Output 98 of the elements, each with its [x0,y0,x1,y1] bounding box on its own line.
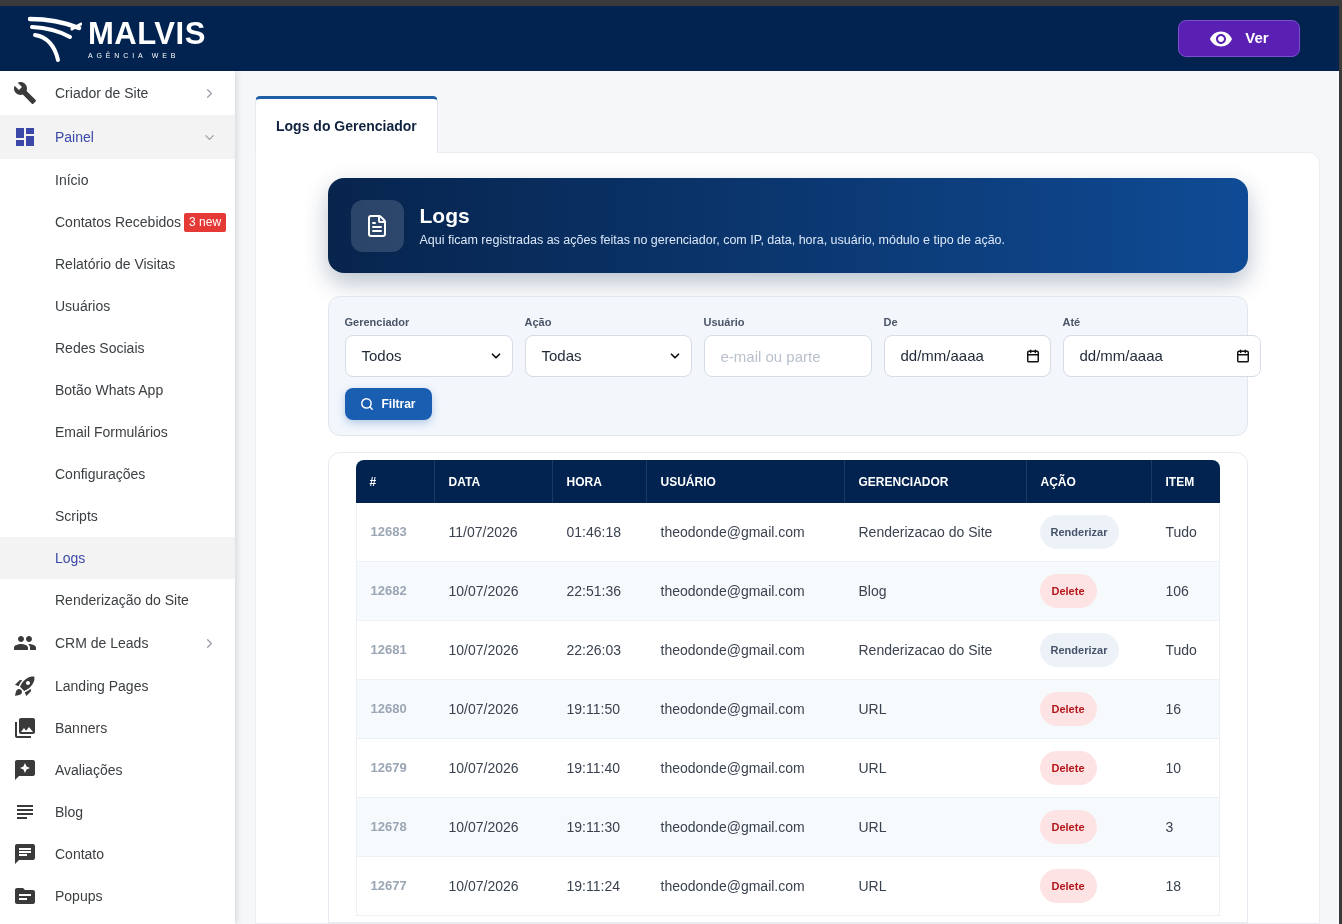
table-cell-text: 12682 [369,582,408,601]
table-cell-text: 11/07/2026 [447,522,519,542]
table-cell-text: Tudo [1164,522,1198,542]
table-cell-text: URL [857,699,888,719]
table-cell-text: URL [857,876,888,896]
sidebar-item[interactable]: Banners [0,707,235,749]
table-cell-text: 10/07/2026 [447,758,520,778]
table-cell-text: 10/07/2026 [447,699,520,719]
table-cell-text: 10/07/2026 [447,876,520,896]
banner-description: Aqui ficam registradas as ações feitas no gerenciador, com IP, data, hora, usuário, módulo e tipo de ação. [419,231,1006,248]
table-cell-text: 10/07/2026 [447,581,520,601]
table-cell-text: Tudo [1164,640,1198,660]
dashboard-icon [13,125,37,149]
field-label: Ação [524,315,553,329]
banner-title: Logs [419,203,471,228]
select-field[interactable]: Todos [344,335,513,377]
sidebar-subitem[interactable]: Redes Sociais [0,327,235,369]
field-label: Usuário [703,315,746,329]
table-cell-text: 12681 [369,641,408,660]
table-cell-text: theodonde@gmail.com [659,581,806,601]
filter-button[interactable]: Filtrar [344,388,432,420]
view-button[interactable]: Ver [1178,20,1300,57]
action-badge: Delete [1039,692,1097,726]
sidebar-subitem[interactable]: Email Formulários [0,411,235,453]
table-cell-text: theodonde@gmail.com [659,640,806,660]
action-badge: Renderizar [1039,633,1119,667]
sidebar-subitem[interactable]: Início [0,159,235,201]
sidebar-item[interactable]: Painel [0,115,235,159]
table-cell-text: 16 [1164,699,1183,719]
date-field[interactable]: dd/mm/aaaa [883,335,1051,377]
photos-icon [13,716,37,740]
table-cell-text: 18 [1164,876,1183,896]
chat-bubble-icon [13,842,37,866]
date-field[interactable]: dd/mm/aaaa [1062,335,1261,377]
sidebar-subitem[interactable]: Contatos Recebidos 3 new [0,201,235,243]
sidebar-subitem[interactable]: Scripts [0,495,235,537]
table-cell-text: 10 [1164,758,1183,778]
table-cell-text: theodonde@gmail.com [659,876,806,896]
table-cell-text: theodonde@gmail.com [659,817,806,837]
sidebar-item[interactable]: Blog [0,791,235,833]
table-cell-text: theodonde@gmail.com [659,758,806,778]
table-cell-text: URL [857,817,888,837]
action-badge: Renderizar [1039,515,1119,549]
table-cell-text: 19:11:50 [565,699,621,719]
table-cell-text: 19:11:40 [565,758,621,778]
table-cell-text: 19:11:24 [565,876,621,896]
table-cell-text: 10/07/2026 [447,640,520,660]
sidebar-subitem[interactable]: Logs [0,537,235,579]
sidebar-subitem[interactable]: Usuários [0,285,235,327]
calendar-icon [1235,349,1250,363]
sidebar-subitem[interactable]: Renderização do Site [0,579,235,621]
sidebar-item[interactable]: Popups [0,875,235,917]
logo-wordmark: MALVIS [88,18,206,49]
table-cell-text: 3 [1164,817,1175,837]
table-cell-text: 12677 [369,877,408,896]
search-icon [360,397,375,411]
table-cell-text: 22:51:36 [565,581,622,601]
sidebar-item[interactable]: Avaliações [0,749,235,791]
column-header: # [368,473,378,491]
field-label: Até [1062,315,1082,329]
sidebar-item[interactable]: CRM de Leads [0,621,235,665]
calendar-icon [1025,349,1040,363]
wrench-icon [13,81,37,105]
table-cell-text: 22:26:03 [565,640,622,660]
table-cell-text: 01:46:18 [565,522,622,542]
new-count-badge: 3 new [184,212,227,232]
sidebar-item[interactable]: Contato [0,833,235,875]
tab[interactable]: Logs do Gerenciador [255,96,438,153]
document-icon [350,199,404,252]
table-cell-text: 12680 [369,700,408,719]
sidebar-item[interactable]: Landing Pages [0,665,235,707]
table-cell-text: theodonde@gmail.com [659,522,806,542]
table-cell-text: Renderizacao do Site [857,640,994,660]
action-badge: Delete [1039,574,1097,608]
action-badge: Delete [1039,869,1097,903]
star-bubble-icon [13,758,37,782]
field-label: Gerenciador [344,315,411,329]
table-cell-text: 12683 [369,523,408,542]
input-field[interactable]: e-mail ou parte [703,335,872,377]
table-cell-text: 12678 [369,818,408,837]
sidebar-subitem[interactable]: Botão Whats App [0,369,235,411]
rocket-icon [13,674,37,698]
action-badge: Delete [1039,810,1097,844]
sidebar-subitem[interactable]: Configurações [0,453,235,495]
table-cell-text: Blog [857,581,888,601]
table-cell-text: 19:11:30 [565,817,621,837]
table-cell-text: URL [857,758,888,778]
table-cell-text: 106 [1164,581,1190,601]
field-label: De [883,315,899,329]
sidebar-item[interactable]: Criador de Site [0,71,235,115]
table-cell-text: 12679 [369,759,408,778]
select-field[interactable]: Todas [524,335,692,377]
wing-logo-icon [28,14,82,63]
table-cell-text: 10/07/2026 [447,817,520,837]
table-cell-text: Renderizacao do Site [857,522,994,542]
sidebar-subitem[interactable]: Relatório de Visitas [0,243,235,285]
table-cell-text: theodonde@gmail.com [659,699,806,719]
action-badge: Delete [1039,751,1097,785]
